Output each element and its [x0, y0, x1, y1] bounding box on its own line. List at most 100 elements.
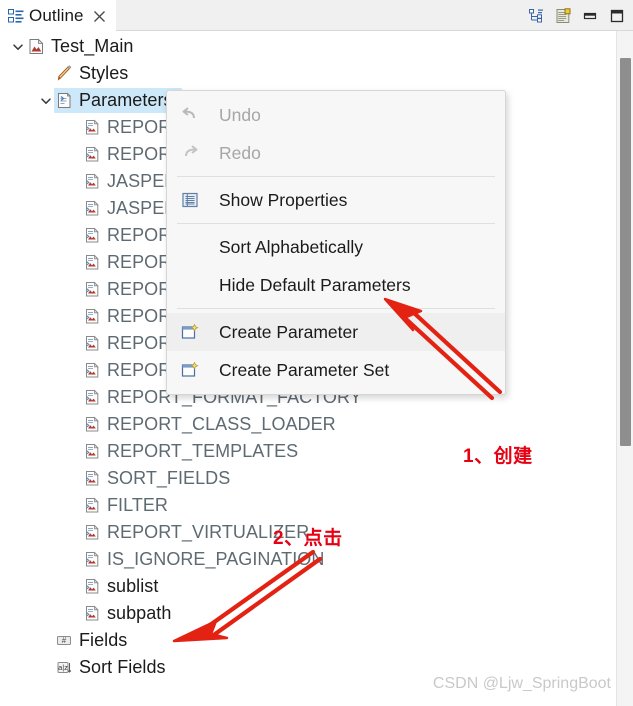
twisty-placeholder: [66, 498, 82, 514]
tab-outline-label: Outline: [29, 5, 84, 25]
parameter-icon: [84, 524, 101, 541]
twisty-placeholder: [66, 444, 82, 460]
tree-item-content: subpath: [66, 603, 171, 624]
menu-item[interactable]: Sort Alphabetically: [167, 228, 505, 266]
chevron-down-icon[interactable]: [38, 93, 54, 109]
parameter-icon: [84, 470, 101, 487]
tree-item-content: Parameters: [38, 90, 173, 111]
outline-view-window: Outline Test_Main Styles Parameters REPO…: [0, 0, 633, 706]
menu-icon-placeholder: [179, 275, 201, 295]
tree-item[interactable]: REPORT_CLASS_LOADER: [66, 411, 336, 438]
parameter-icon: [84, 362, 101, 379]
twisty-placeholder: [66, 228, 82, 244]
parameter-folder-icon: [56, 92, 73, 109]
parameter-icon: [84, 227, 101, 244]
maximize-icon[interactable]: [609, 8, 625, 24]
twisty-placeholder: [66, 120, 82, 136]
parameter-icon: [84, 200, 101, 217]
tree-item[interactable]: FILTER: [66, 492, 168, 519]
parameter-icon: [84, 146, 101, 163]
parameter-icon: [84, 173, 101, 190]
tree-item[interactable]: SORT_FIELDS: [66, 465, 230, 492]
twisty-placeholder: [66, 390, 82, 406]
watermark: CSDN @Ljw_SpringBoot: [432, 675, 611, 692]
menu-separator: [177, 223, 495, 224]
tree-item[interactable]: a|z Sort Fields: [38, 654, 166, 681]
twisty-placeholder: [66, 255, 82, 271]
tree-item-label: Sort Fields: [79, 657, 166, 677]
tree-item-label: subpath: [107, 603, 172, 623]
menu-item-label: Create Parameter Set: [219, 359, 390, 380]
context-menu[interactable]: Undo Redo Show Properties Sort Alphabetical…: [166, 90, 506, 395]
tree-item-content: Styles: [38, 63, 128, 84]
twisty-placeholder: [66, 552, 82, 568]
tree-item[interactable]: Parameters: [38, 87, 182, 114]
view-tab-bar: Outline: [0, 0, 633, 31]
redo-icon: [179, 143, 201, 163]
tree-item-label: Styles: [79, 63, 129, 83]
parameter-icon: [84, 416, 101, 433]
menu-item[interactable]: Create Parameter Set: [167, 351, 505, 389]
tree-item[interactable]: IS_IGNORE_PAGINATION: [66, 546, 324, 573]
twisty-placeholder: [38, 660, 54, 676]
tree-item[interactable]: sublist: [66, 573, 158, 600]
menu-item-label: Hide Default Parameters: [219, 274, 411, 295]
twisty-placeholder: [66, 525, 82, 541]
tree-item-label: FILTER: [107, 495, 168, 515]
tree-item-content: # Fields: [38, 630, 127, 651]
twisty-placeholder: [38, 66, 54, 82]
create-parameter-icon: [179, 322, 201, 342]
tree-item-content: IS_IGNORE_PAGINATION: [66, 549, 324, 570]
tree-item-label: IS_IGNORE_PAGINATION: [107, 549, 325, 569]
menu-item[interactable]: Hide Default Parameters: [167, 266, 505, 304]
menu-item[interactable]: Create Parameter: [167, 313, 505, 351]
tree-item-label: sublist: [107, 576, 159, 596]
tree-item[interactable]: Styles: [38, 60, 128, 87]
parameter-icon: [84, 578, 101, 595]
tree-item-content: SORT_FIELDS: [66, 468, 230, 489]
tree-item[interactable]: # Fields: [38, 627, 127, 654]
minimize-icon[interactable]: [582, 8, 598, 24]
menu-item-label: Undo: [219, 104, 261, 125]
tree-item-content: a|z Sort Fields: [38, 657, 166, 678]
properties-icon: [179, 190, 201, 210]
menu-item: Redo: [167, 134, 505, 172]
parameter-icon: [84, 119, 101, 136]
parameter-icon: [84, 389, 101, 406]
parameter-icon: [84, 551, 101, 568]
outline-icon: [8, 8, 24, 24]
scrollbar-thumb[interactable]: [620, 58, 631, 446]
tree-item[interactable]: subpath: [66, 600, 171, 627]
menu-item[interactable]: Show Properties: [167, 181, 505, 219]
close-icon[interactable]: [93, 10, 106, 23]
vertical-scrollbar[interactable]: [616, 31, 633, 706]
menu-item-label: Sort Alphabetically: [219, 236, 363, 257]
twisty-placeholder: [66, 471, 82, 487]
tree-item-content: REPORT_TEMPLATES: [66, 441, 298, 462]
sort-fields-icon: a|z: [56, 659, 73, 676]
menu-separator: [177, 308, 495, 309]
properties-view-icon[interactable]: [555, 7, 571, 24]
parameter-icon: [84, 308, 101, 325]
tree-item-label: REPORT_TEMPLATES: [107, 441, 299, 461]
twisty-placeholder: [66, 174, 82, 190]
tree-item[interactable]: Test_Main: [10, 33, 134, 60]
twisty-placeholder: [66, 363, 82, 379]
svg-text:#: #: [62, 636, 67, 645]
tab-outline[interactable]: Outline: [0, 0, 116, 31]
tree-item-label: Test_Main: [51, 36, 134, 56]
twisty-placeholder: [66, 201, 82, 217]
twisty-placeholder: [66, 606, 82, 622]
menu-icon-placeholder: [179, 237, 201, 257]
parameter-icon: [84, 281, 101, 298]
chevron-down-icon[interactable]: [10, 39, 26, 55]
menu-separator: [177, 176, 495, 177]
report-icon: [28, 38, 45, 55]
hierarchy-layout-icon[interactable]: [528, 8, 544, 24]
tree-item[interactable]: REPORT_TEMPLATES: [66, 438, 298, 465]
parameter-icon: [84, 605, 101, 622]
tree-item-content: Test_Main: [10, 36, 134, 57]
twisty-placeholder: [66, 309, 82, 325]
twisty-placeholder: [66, 282, 82, 298]
parameter-icon: [84, 335, 101, 352]
